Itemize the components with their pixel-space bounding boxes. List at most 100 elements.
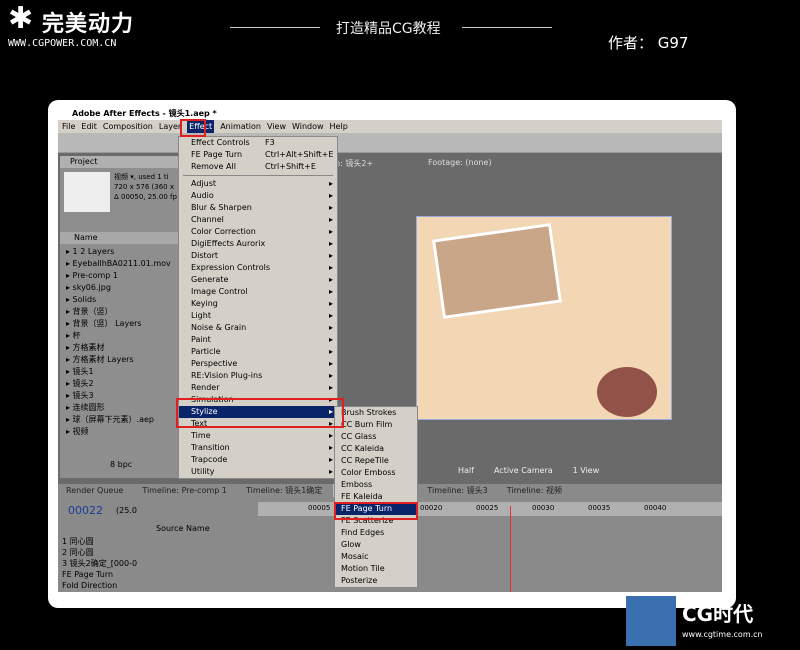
- effect-category-trapcode[interactable]: Trapcode ▸: [179, 454, 337, 466]
- stylize-item[interactable]: CC Burn Film: [335, 419, 417, 431]
- name-column[interactable]: Name: [60, 232, 178, 244]
- menu-animation[interactable]: Animation: [220, 120, 261, 133]
- project-item[interactable]: ▸ 1 2 Layers: [60, 246, 178, 258]
- timeline-tab[interactable]: Render Queue: [58, 484, 131, 497]
- layer-row[interactable]: 3 镜头2确定_[000-0: [58, 558, 258, 569]
- circle-decoration: [597, 367, 657, 417]
- timeline-tab[interactable]: Timeline: 镜头1确定: [238, 484, 330, 497]
- menu-layer[interactable]: Layer: [159, 120, 181, 133]
- menu-view[interactable]: View: [267, 120, 286, 133]
- timecode[interactable]: 00022: [68, 504, 103, 517]
- brand-title: 完美动力: [42, 12, 135, 37]
- menu-file[interactable]: File: [62, 120, 75, 133]
- viewer-control[interactable]: 1 View: [573, 466, 600, 475]
- tools-panel: [58, 133, 722, 153]
- project-item[interactable]: ▸ 球（屏幕下元素）.aep: [60, 414, 178, 426]
- stylize-item[interactable]: Posterize: [335, 575, 417, 587]
- effect-category-light[interactable]: Light ▸: [179, 310, 337, 322]
- project-item[interactable]: ▸ 镜头1: [60, 366, 178, 378]
- menu-item-label: Effect Controls: [191, 138, 250, 147]
- project-item[interactable]: ▸ 镜头3: [60, 390, 178, 402]
- menu-item-label: Paint: [191, 335, 211, 344]
- menu-item-label: Trapcode: [191, 455, 228, 464]
- composition-viewer[interactable]: [416, 216, 672, 420]
- effect-category-generate[interactable]: Generate ▸: [179, 274, 337, 286]
- project-item[interactable]: ▸ 镜头2: [60, 378, 178, 390]
- time-ruler[interactable]: 00005000150002000025000300003500040: [258, 502, 722, 516]
- effect-menu-item[interactable]: FE Page Turn Ctrl+Alt+Shift+E: [179, 149, 337, 161]
- menu-help[interactable]: Help: [330, 120, 348, 133]
- project-item[interactable]: ▸ 杯: [60, 330, 178, 342]
- stylize-item[interactable]: CC Glass: [335, 431, 417, 443]
- menu-composition[interactable]: Composition: [103, 120, 153, 133]
- viewer-control[interactable]: Active Camera: [494, 466, 553, 475]
- project-item[interactable]: ▸ 背景（竖）: [60, 306, 178, 318]
- effect-category-noise-grain[interactable]: Noise & Grain ▸: [179, 322, 337, 334]
- stylize-item[interactable]: Brush Strokes: [335, 407, 417, 419]
- stylize-item[interactable]: Color Emboss: [335, 467, 417, 479]
- effect-category-paint[interactable]: Paint ▸: [179, 334, 337, 346]
- layer-row[interactable]: 1 同心圆: [58, 536, 258, 547]
- effect-category-utility[interactable]: Utility ▸: [179, 466, 337, 478]
- effect-category-keying[interactable]: Keying ▸: [179, 298, 337, 310]
- effect-category-image-control[interactable]: Image Control ▸: [179, 286, 337, 298]
- stylize-item[interactable]: CC Kaleida: [335, 443, 417, 455]
- stylize-item[interactable]: Mosaic: [335, 551, 417, 563]
- effect-category-color-correction[interactable]: Color Correction ▸: [179, 226, 337, 238]
- footage-tab[interactable]: Footage: (none): [428, 158, 492, 167]
- effect-category-channel[interactable]: Channel ▸: [179, 214, 337, 226]
- effect-category-re-vision-plug-ins[interactable]: RE:Vision Plug-ins ▸: [179, 370, 337, 382]
- cg-logo-icon: [626, 596, 676, 646]
- effect-category-audio[interactable]: Audio ▸: [179, 190, 337, 202]
- menu-item-shortcut: Ctrl+Shift+E: [265, 162, 316, 171]
- project-item[interactable]: ▸ Solids: [60, 294, 178, 306]
- layer-row[interactable]: 2 同心圆: [58, 547, 258, 558]
- timeline-tab[interactable]: Timeline: Pre-comp 1: [134, 484, 235, 497]
- layer-subrow[interactable]: Fold Direction: [58, 580, 258, 591]
- effect-category-particle[interactable]: Particle ▸: [179, 346, 337, 358]
- project-item[interactable]: ▸ EyeballhBA0211.01.mov: [60, 258, 178, 270]
- project-item[interactable]: ▸ 背景（竖） Layers: [60, 318, 178, 330]
- stylize-item[interactable]: CC RepeTile: [335, 455, 417, 467]
- effect-menu-item[interactable]: Remove All Ctrl+Shift+E: [179, 161, 337, 173]
- ruler-tick: 00030: [532, 504, 555, 512]
- effect-category-perspective[interactable]: Perspective ▸: [179, 358, 337, 370]
- project-item[interactable]: ▸ 连续圆形: [60, 402, 178, 414]
- stylize-item[interactable]: Glow: [335, 539, 417, 551]
- playhead[interactable]: [510, 506, 511, 592]
- bpc-label[interactable]: 8 bpc: [110, 460, 132, 469]
- stylize-item[interactable]: Emboss: [335, 479, 417, 491]
- photo-frame: [432, 223, 562, 319]
- chevron-right-icon: ▸: [328, 311, 333, 320]
- project-item[interactable]: ▸ 视频: [60, 426, 178, 438]
- effect-category-transition[interactable]: Transition ▸: [179, 442, 337, 454]
- project-item[interactable]: ▸ sky06.jpg: [60, 282, 178, 294]
- viewer-controls: Half Active Camera 1 View: [458, 466, 599, 475]
- effect-menu-item[interactable]: Effect Controls F3: [179, 137, 337, 149]
- timeline-tab[interactable]: Timeline: 镜头3: [419, 484, 495, 497]
- menu-item-label: Keying: [191, 299, 218, 308]
- source-name-col[interactable]: Source Name: [156, 524, 210, 533]
- menu-edit[interactable]: Edit: [81, 120, 97, 133]
- effect-category-blur-sharpen[interactable]: Blur & Sharpen ▸: [179, 202, 337, 214]
- project-item[interactable]: ▸ 方格素材 Layers: [60, 354, 178, 366]
- effect-category-time[interactable]: Time ▸: [179, 430, 337, 442]
- project-item[interactable]: ▸ Pre-comp 1: [60, 270, 178, 282]
- project-item[interactable]: ▸ 方格素材: [60, 342, 178, 354]
- menu-window[interactable]: Window: [292, 120, 324, 133]
- timeline-tab[interactable]: Timeline: 视频: [499, 484, 570, 497]
- layer-subrow[interactable]: FE Page Turn: [58, 569, 258, 580]
- menu-separator: [183, 175, 333, 176]
- stylize-item[interactable]: Motion Tile: [335, 563, 417, 575]
- effect-category-render[interactable]: Render ▸: [179, 382, 337, 394]
- effect-category-digieffects-aurorix[interactable]: DigiEffects Aurorix ▸: [179, 238, 337, 250]
- chevron-right-icon: ▸: [328, 299, 333, 308]
- project-tab[interactable]: Project: [60, 156, 178, 168]
- effect-category-expression-controls[interactable]: Expression Controls ▸: [179, 262, 337, 274]
- stylize-item[interactable]: Find Edges: [335, 527, 417, 539]
- chevron-right-icon: ▸: [328, 287, 333, 296]
- menu-item-label: Color Correction: [191, 227, 256, 236]
- effect-category-adjust[interactable]: Adjust ▸: [179, 178, 337, 190]
- viewer-control[interactable]: Half: [458, 466, 474, 475]
- effect-category-distort[interactable]: Distort ▸: [179, 250, 337, 262]
